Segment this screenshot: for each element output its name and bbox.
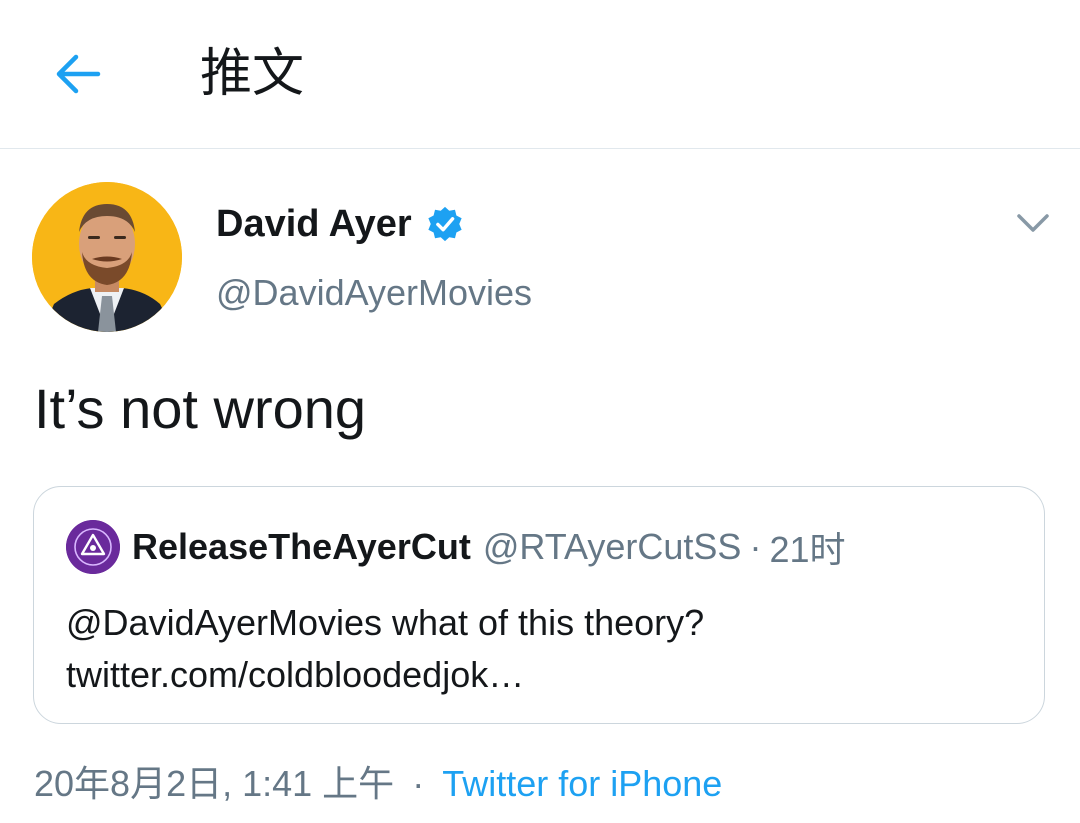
quoted-time: 21时	[769, 529, 846, 570]
quoted-avatar	[66, 520, 120, 574]
back-button[interactable]	[48, 44, 108, 104]
verified-badge-icon	[428, 206, 462, 242]
author-display-name: David Ayer	[216, 202, 412, 245]
tweet-text: It’s not wrong	[34, 377, 367, 440]
tweet-meta: 20年8月2日, 1:41 上午 · Twitter for iPhone	[34, 758, 722, 810]
tweet-timestamp: 20年8月2日, 1:41 上午	[34, 763, 395, 804]
author-handle[interactable]: @DavidAyerMovies	[216, 270, 532, 316]
quoted-text-line: twitter.com/coldbloodedjok…	[66, 654, 525, 695]
page-title: 推文	[200, 44, 305, 104]
meta-separator: ·	[412, 763, 425, 804]
quoted-handle: @RTAyerCutSS	[482, 526, 742, 567]
quoted-tweet-card[interactable]: ReleaseTheAyerCut @RTAyerCutSS · 21时 @Da…	[33, 486, 1045, 724]
quoted-display-name: ReleaseTheAyerCut	[132, 526, 471, 567]
avatar[interactable]	[32, 182, 182, 332]
tweet-source-link[interactable]: Twitter for iPhone	[442, 763, 722, 804]
top-bar: 推文	[0, 0, 1080, 149]
quoted-tweet-header: ReleaseTheAyerCut @RTAyerCutSS · 21时	[66, 520, 846, 574]
arrow-left-icon	[56, 54, 101, 94]
chevron-down-icon[interactable]	[1010, 200, 1056, 246]
quoted-tweet-text: @DavidAyerMovies what of this theory? tw…	[66, 597, 1006, 701]
quoted-separator: ·	[749, 526, 762, 567]
author-name-row[interactable]: David Ayer	[216, 198, 464, 250]
avatar-portrait	[32, 182, 182, 332]
quoted-text-line: @DavidAyerMovies what of this theory?	[66, 602, 705, 643]
